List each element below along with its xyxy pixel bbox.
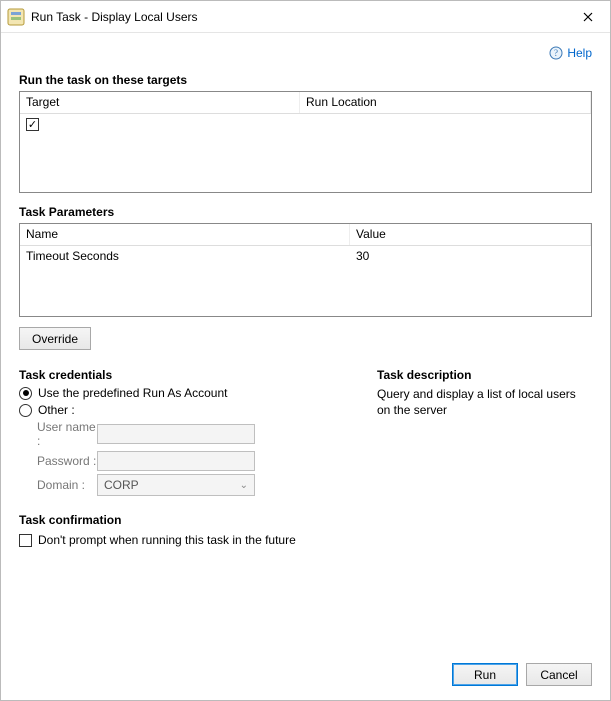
col-value[interactable]: Value (350, 224, 591, 245)
confirmation-heading: Task confirmation (19, 513, 592, 527)
table-row[interactable] (20, 114, 591, 134)
window-title: Run Task - Display Local Users (31, 10, 565, 24)
radio-icon (19, 387, 32, 400)
target-checkbox[interactable] (26, 118, 39, 131)
override-button[interactable]: Override (19, 327, 91, 350)
radio-icon (19, 404, 32, 417)
domain-combobox[interactable]: CORP ⌄ (97, 474, 255, 496)
table-row[interactable]: Timeout Seconds 30 (20, 246, 591, 266)
password-input[interactable] (97, 451, 255, 471)
targets-header: Target Run Location (20, 92, 591, 114)
col-target[interactable]: Target (20, 92, 300, 113)
radio-other-label: Other : (38, 403, 75, 417)
description-heading: Task description (377, 368, 592, 382)
svg-text:?: ? (554, 48, 558, 58)
col-name[interactable]: Name (20, 224, 350, 245)
help-row: ? Help (19, 43, 592, 63)
param-name: Timeout Seconds (20, 247, 350, 265)
close-button[interactable] (565, 1, 610, 32)
radio-predefined-label: Use the predefined Run As Account (38, 386, 227, 400)
help-link[interactable]: Help (567, 46, 592, 60)
help-icon: ? (549, 46, 563, 60)
titlebar: Run Task - Display Local Users (1, 1, 610, 33)
radio-other[interactable]: Other : (19, 403, 349, 417)
username-label: User name : (19, 420, 97, 448)
targets-heading: Run the task on these targets (19, 73, 592, 87)
domain-value: CORP (104, 478, 139, 492)
chevron-down-icon: ⌄ (240, 480, 248, 491)
parameters-heading: Task Parameters (19, 205, 592, 219)
password-label: Password : (19, 454, 97, 468)
dialog-body: ? Help Run the task on these targets Tar… (1, 33, 610, 700)
parameters-grid[interactable]: Name Value Timeout Seconds 30 (19, 223, 592, 317)
col-run-location[interactable]: Run Location (300, 92, 591, 113)
credentials-heading: Task credentials (19, 368, 349, 382)
run-task-dialog: Run Task - Display Local Users ? Help Ru… (0, 0, 611, 701)
targets-grid[interactable]: Target Run Location (19, 91, 592, 193)
parameters-header: Name Value (20, 224, 591, 246)
target-run-location (300, 122, 591, 126)
dialog-footer: Run Cancel (19, 657, 592, 686)
dont-prompt-checkbox[interactable] (19, 534, 32, 547)
username-input[interactable] (97, 424, 255, 444)
description-text: Query and display a list of local users … (377, 386, 592, 418)
domain-label: Domain : (19, 478, 97, 492)
param-value: 30 (350, 247, 591, 265)
app-icon (7, 8, 25, 26)
run-button[interactable]: Run (452, 663, 518, 686)
radio-predefined[interactable]: Use the predefined Run As Account (19, 386, 349, 400)
cancel-button[interactable]: Cancel (526, 663, 592, 686)
dont-prompt-label: Don't prompt when running this task in t… (38, 533, 296, 547)
